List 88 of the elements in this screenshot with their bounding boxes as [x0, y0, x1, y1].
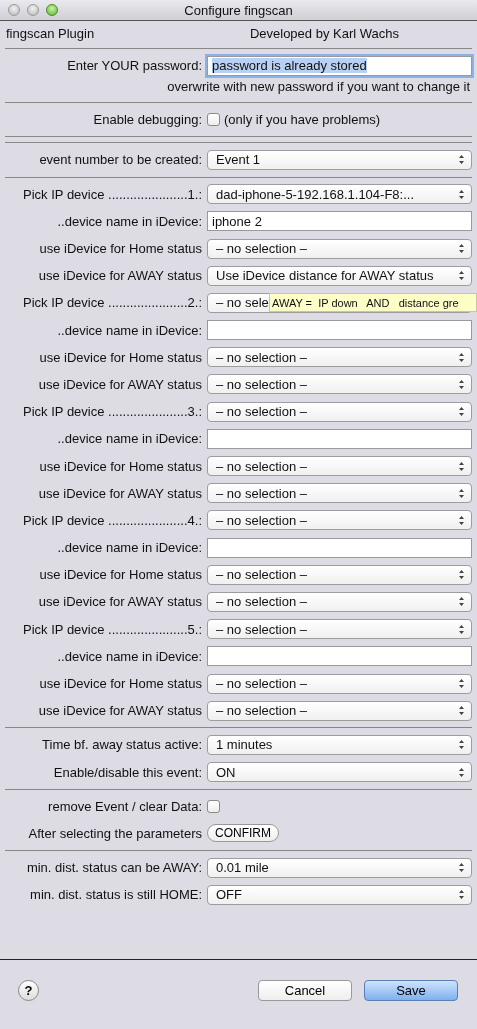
- dropdown[interactable]: – no selection –: [207, 456, 472, 477]
- field-label: use iDevice for AWAY status: [38, 485, 202, 501]
- stepper-icon: [458, 460, 465, 472]
- text-field[interactable]: [207, 320, 472, 341]
- stepper-icon: [458, 623, 465, 635]
- author-credit: Developed by Karl Wachs: [249, 25, 399, 41]
- field-label: use iDevice for AWAY status: [38, 268, 202, 284]
- tooltip: AWAY = IP down AND distance gre: [269, 293, 477, 313]
- stepper-icon: [458, 596, 465, 608]
- dropdown[interactable]: – no selection –: [207, 619, 472, 640]
- close-button[interactable]: [8, 4, 20, 16]
- checkbox[interactable]: [207, 799, 220, 813]
- stepper-icon: [458, 188, 465, 200]
- field-label: Enter YOUR password:: [67, 58, 202, 74]
- stepper-icon: [458, 154, 465, 166]
- dropdown[interactable]: dad-iphone-5-192.168.1.104-F8:...: [207, 184, 472, 205]
- dropdown[interactable]: – no selection –: [207, 401, 472, 422]
- field-label: Pick IP device ......................3.:: [23, 404, 202, 420]
- dropdown[interactable]: OFF: [207, 884, 472, 905]
- dropdown[interactable]: – no selection –: [207, 347, 472, 368]
- help-button[interactable]: ?: [18, 979, 39, 1001]
- confirm-button[interactable]: CONFIRM: [207, 824, 279, 843]
- field-label: use iDevice for Home status: [39, 458, 202, 474]
- cancel-button[interactable]: Cancel: [258, 979, 352, 1001]
- minimize-button[interactable]: [27, 4, 39, 16]
- stepper-icon: [458, 705, 465, 717]
- field-label: min. dist. status is still HOME:: [30, 887, 202, 903]
- field-label: ..device name in iDevice:: [57, 322, 202, 338]
- field-label: Pick IP device ......................1.:: [23, 186, 202, 202]
- field-label: After selecting the parameters: [28, 825, 202, 841]
- field-label: event number to be created:: [39, 152, 202, 168]
- field-label: use iDevice for Home status: [39, 241, 202, 257]
- stepper-icon: [458, 514, 465, 526]
- stepper-icon: [458, 243, 465, 255]
- dropdown[interactable]: Use iDevice distance for AWAY status: [207, 265, 472, 286]
- field-label: Enable/disable this event:: [53, 764, 202, 780]
- dropdown[interactable]: – no selection –: [207, 673, 472, 694]
- stepper-icon: [458, 862, 465, 874]
- window-title: Configure fingscan: [184, 2, 293, 18]
- dropdown[interactable]: ON: [207, 762, 472, 783]
- dropdown[interactable]: – no selection –: [207, 591, 472, 612]
- field-label: ..device name in iDevice:: [57, 540, 202, 556]
- text-field[interactable]: [207, 428, 472, 449]
- stepper-icon: [458, 487, 465, 499]
- text-field[interactable]: password is already stored: [207, 55, 472, 76]
- save-button[interactable]: Save: [364, 979, 458, 1001]
- checkbox[interactable]: [207, 113, 220, 127]
- checkbox-caption: (only if you have problems): [224, 112, 381, 128]
- dropdown[interactable]: – no selection –: [207, 700, 472, 721]
- field-label: ..device name in iDevice:: [57, 431, 202, 447]
- stepper-icon: [458, 378, 465, 390]
- field-label: use iDevice for AWAY status: [38, 594, 202, 610]
- field-label: remove Event / clear Data:: [48, 798, 202, 814]
- field-label: use iDevice for Home status: [39, 349, 202, 365]
- field-label: Pick IP device ......................5.:: [23, 621, 202, 637]
- stepper-icon: [458, 766, 465, 778]
- field-label: ..device name in iDevice:: [57, 648, 202, 664]
- dropdown[interactable]: – no selection –: [207, 238, 472, 259]
- field-label: ..device name in iDevice:: [57, 213, 202, 229]
- stepper-icon: [458, 569, 465, 581]
- text-field[interactable]: [207, 537, 472, 558]
- dropdown[interactable]: – no selection –: [207, 483, 472, 504]
- zoom-button[interactable]: [46, 4, 58, 16]
- field-label: use iDevice for AWAY status: [38, 376, 202, 392]
- stepper-icon: [458, 739, 465, 751]
- dropdown[interactable]: – no selection –: [207, 374, 472, 395]
- stepper-icon: [458, 678, 465, 690]
- stepper-icon: [458, 351, 465, 363]
- plugin-name: fingscan Plugin: [6, 25, 95, 41]
- field-label: Pick IP device ......................2.:: [23, 295, 202, 311]
- field-label: use iDevice for AWAY status: [38, 703, 202, 719]
- field-label: Pick IP device ......................4.:: [23, 512, 202, 528]
- field-label: Time bf. away status active:: [42, 737, 202, 753]
- text-field[interactable]: iphone 2: [207, 211, 472, 232]
- stepper-icon: [458, 406, 465, 418]
- dropdown[interactable]: Event 1: [207, 149, 472, 170]
- dropdown[interactable]: – no selection –: [207, 510, 472, 531]
- stepper-icon: [458, 270, 465, 282]
- stepper-icon: [458, 889, 465, 901]
- field-label: use iDevice for Home status: [39, 676, 202, 692]
- dropdown[interactable]: – no selection –: [207, 564, 472, 585]
- field-label: Enable debugging:: [93, 112, 202, 128]
- field-label: min. dist. status can be AWAY:: [26, 860, 202, 876]
- text-field[interactable]: [207, 646, 472, 667]
- field-label: use iDevice for Home status: [39, 567, 202, 583]
- dropdown[interactable]: 1 minutes: [207, 734, 472, 755]
- hint-text: overwrite with new password if you want to change it: [167, 79, 470, 95]
- dropdown[interactable]: 0.01 mile: [207, 857, 472, 878]
